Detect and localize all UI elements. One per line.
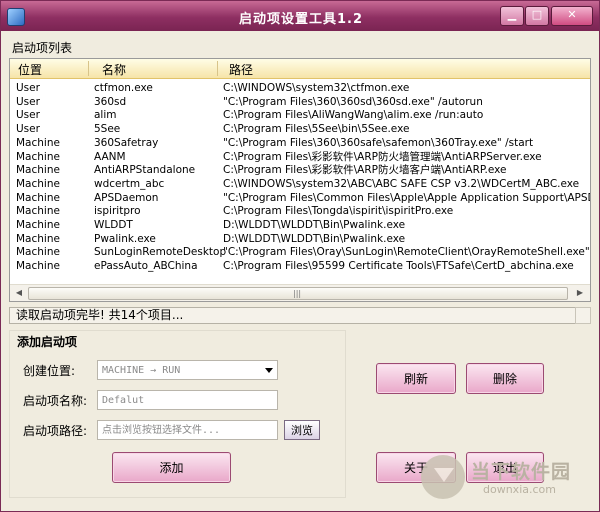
path-label: 启动项路径: — [23, 424, 88, 438]
add-button[interactable]: 添加 — [112, 452, 231, 483]
cell-name: 360sd — [94, 95, 127, 108]
cell-path: C:\Program Files\彩影软件\ARP防火墙客户端\AntiARP.… — [223, 164, 507, 177]
cell-location: Machine — [16, 246, 60, 259]
cell-name: APSDaemon — [94, 191, 159, 204]
cell-location: Machine — [16, 260, 60, 273]
cell-name: SunLoginRemoteDesktop — [94, 246, 227, 259]
cell-name: ctfmon.exe — [94, 82, 153, 94]
column-header-path[interactable]: 路径 — [229, 61, 253, 78]
scroll-thumb[interactable]: ||| — [28, 287, 568, 300]
column-divider[interactable] — [217, 61, 218, 76]
cell-location: Machine — [16, 205, 60, 218]
cell-location: Machine — [16, 164, 60, 177]
table-row[interactable]: User ctfmon.exe C:\WINDOWS\system32\ctfmon… — [10, 81, 590, 95]
grip-icon: ||| — [293, 289, 302, 298]
table-row[interactable]: Machine ispiritpro C:\Program Files\Tongda… — [10, 204, 590, 218]
cell-path: C:\WINDOWS\system32\ctfmon.exe — [223, 82, 410, 94]
close-button[interactable]: ✕ — [551, 6, 593, 26]
cell-path: "C:\Program Files\360\360safe\safemon\36… — [223, 136, 534, 149]
cell-path: C:\WINDOWS\system32\ABC\ABC SAFE CSP v3.… — [223, 177, 580, 190]
refresh-button[interactable]: 刷新 — [376, 363, 456, 394]
cell-location: User — [16, 82, 40, 94]
table-row[interactable]: Machine ePassAuto_ABChina C:\Program Files… — [10, 259, 590, 273]
status-bar: 读取启动项完毕! 共14个项目... — [9, 307, 577, 324]
cell-name: 5See — [94, 123, 121, 136]
name-input[interactable]: Defalut — [97, 390, 278, 410]
table-row[interactable]: Machine APSDaemon "C:\Program Files\Common… — [10, 191, 590, 205]
cell-path: C:\Program Files\彩影软件\ARP防火墙管理端\AntiARPS… — [223, 150, 542, 163]
scroll-left-icon[interactable]: ◀ — [11, 286, 27, 300]
watermark-text: 当下软件园 — [471, 461, 572, 483]
cell-path: C:\Program Files\AliWangWang\alim.exe /r… — [223, 109, 484, 122]
add-group-title: 添加启动项 — [17, 335, 78, 349]
name-label: 启动项名称: — [23, 394, 88, 408]
download-logo-icon — [421, 455, 465, 499]
table-row[interactable]: Machine WLDDT D:\WLDDT\WLDDT\Bin\Pwalink.e… — [10, 218, 590, 232]
chevron-down-icon[interactable] — [265, 368, 273, 373]
maximize-button[interactable]: □ — [525, 6, 549, 26]
watermark-logo: 当下软件园 downxia.com — [421, 453, 591, 503]
table-row[interactable]: Machine AntiARPStandalone C:\Program Files… — [10, 163, 590, 177]
table-row[interactable]: Machine AANM C:\Program Files\彩影软件\ARP防火墙管… — [10, 150, 590, 164]
cell-location: User — [16, 95, 40, 108]
watermark-url: downxia.com — [483, 483, 556, 496]
main-window: 启动项设置工具1.2 ▁ □ ✕ 启动项列表 位置 名称 路径 User ctfm… — [0, 0, 600, 512]
cell-location: User — [16, 123, 40, 136]
table-row[interactable]: User 5See C:\Program Files\5See\bin\5See.e… — [10, 122, 590, 136]
app-icon — [7, 8, 25, 26]
browse-button[interactable]: 浏览 — [284, 420, 320, 440]
title-bar[interactable]: 启动项设置工具1.2 ▁ □ ✕ — [1, 1, 599, 31]
cell-path: D:\WLDDT\WLDDT\Bin\Pwalink.exe — [223, 232, 406, 245]
cell-name: AANM — [94, 150, 126, 163]
table-row[interactable]: Machine SunLoginRemoteDesktop "C:\Program … — [10, 245, 590, 259]
cell-name: WLDDT — [94, 219, 133, 231]
cell-location: Machine — [16, 177, 60, 190]
table-row[interactable]: User 360sd "C:\Program Files\360\360sd\360… — [10, 95, 590, 109]
table-row[interactable]: User alim C:\Program Files\AliWangWang\ali… — [10, 108, 590, 122]
cell-location: Machine — [16, 219, 60, 231]
scroll-right-icon[interactable]: ▶ — [572, 286, 588, 300]
window-title: 启动项设置工具1.2 — [238, 12, 364, 27]
column-divider[interactable] — [88, 61, 89, 76]
list-body: User ctfmon.exe C:\WINDOWS\system32\ctfmon… — [10, 81, 590, 285]
cell-name: ispiritpro — [94, 205, 141, 218]
cell-path: "C:\Program Files\Common Files\Apple\App… — [223, 191, 590, 204]
cell-path: C:\Program Files\5See\bin\5See.exe — [223, 123, 410, 136]
column-header-location[interactable]: 位置 — [18, 61, 42, 78]
location-value: MACHINE → RUN — [102, 365, 181, 376]
cell-path: "C:\Program Files\Oray\SunLogin\RemoteCl… — [223, 246, 590, 259]
startup-list[interactable]: 位置 名称 路径 User ctfmon.exe C:\WINDOWS\system… — [9, 58, 591, 302]
cell-name: AntiARPStandalone — [94, 164, 196, 177]
table-row[interactable]: Machine Pwalink.exe D:\WLDDT\WLDDT\Bin\Pwa… — [10, 232, 590, 246]
list-header: 位置 名称 路径 — [10, 59, 590, 79]
location-label: 创建位置: — [23, 364, 76, 378]
cell-name: alim — [94, 109, 117, 122]
cell-path: C:\Program Files\Tongda\ispirit\ispiritP… — [223, 205, 454, 218]
cell-name: ePassAuto_ABChina — [94, 260, 198, 273]
column-header-name[interactable]: 名称 — [102, 61, 126, 78]
cell-location: User — [16, 109, 40, 122]
cell-location: Machine — [16, 232, 60, 245]
cell-location: Machine — [16, 150, 60, 163]
horizontal-scrollbar[interactable]: ◀ ||| ▶ — [10, 284, 590, 301]
location-dropdown[interactable]: MACHINE → RUN — [97, 360, 278, 380]
cell-name: Pwalink.exe — [94, 232, 156, 245]
cell-name: 360Safetray — [94, 136, 159, 149]
table-row[interactable]: Machine 360Safetray "C:\Program Files\360\… — [10, 136, 590, 150]
minimize-button[interactable]: ▁ — [500, 6, 524, 26]
cell-location: Machine — [16, 191, 60, 204]
cell-path: C:\Program Files\95599 Certificate Tools… — [223, 260, 574, 273]
cell-path: D:\WLDDT\WLDDT\Bin\Pwalink.exe — [223, 219, 406, 231]
delete-button[interactable]: 删除 — [466, 363, 544, 394]
cell-location: Machine — [16, 136, 60, 149]
cell-name: wdcertm_abc — [94, 177, 165, 190]
cell-path: "C:\Program Files\360\360sd\360sd.exe" /… — [223, 95, 483, 108]
list-group-label: 启动项列表 — [12, 41, 73, 55]
path-input[interactable]: 点击浏览按钮选择文件... — [97, 420, 278, 440]
table-row[interactable]: Machine wdcertm_abc C:\WINDOWS\system32\AB… — [10, 177, 590, 191]
status-bar-edge — [575, 307, 591, 324]
